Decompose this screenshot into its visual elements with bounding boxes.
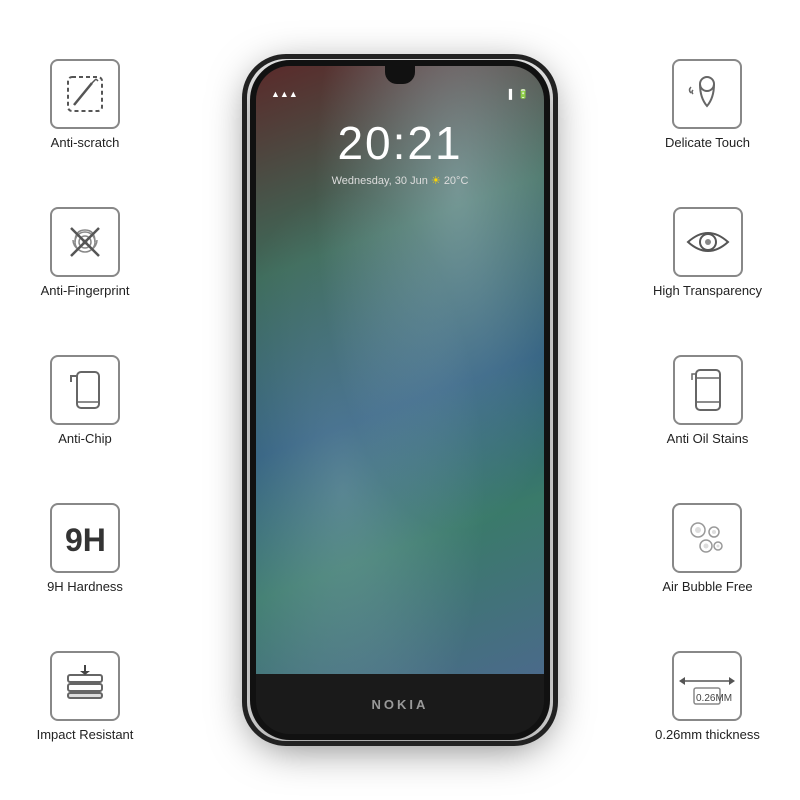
thickness-icon-box: 0.26MM bbox=[672, 651, 742, 721]
phone-date-temp: Wednesday, 30 Jun ☀ 20°C bbox=[256, 174, 544, 187]
thickness-icon: 0.26MM bbox=[677, 661, 737, 711]
touch-icon bbox=[683, 70, 731, 118]
anti-chip-label: Anti-Chip bbox=[58, 431, 111, 446]
high-transparency-label: High Transparency bbox=[653, 283, 762, 298]
impact-resistant-label: Impact Resistant bbox=[37, 727, 134, 742]
battery-icon: ▌ 🔋 bbox=[509, 89, 529, 106]
svg-text:0.26MM: 0.26MM bbox=[696, 693, 732, 704]
phone-notch bbox=[385, 66, 415, 84]
feature-anti-scratch: Anti-scratch bbox=[50, 59, 120, 150]
scratch-icon bbox=[62, 71, 108, 117]
anti-oil-icon-box bbox=[673, 355, 743, 425]
phone-bottom-bar: NOKIA bbox=[256, 674, 544, 734]
9h-icon-box: 9H bbox=[50, 503, 120, 573]
feature-anti-chip: Anti-Chip bbox=[50, 355, 120, 446]
phone-brand: NOKIA bbox=[372, 697, 429, 712]
feature-anti-oil-stains: Anti Oil Stains bbox=[667, 355, 749, 446]
phone-mockup: ▲▲▲ ▌ 🔋 20:21 Wednesday, 30 Jun ☀ 20°C N… bbox=[250, 60, 550, 740]
status-icons: ▲▲▲ bbox=[271, 89, 298, 106]
anti-scratch-icon-box bbox=[50, 59, 120, 129]
phone-date: Wednesday, 30 Jun bbox=[332, 175, 428, 187]
main-container: Anti-scratch Anti-Fingerp bbox=[0, 0, 800, 800]
delicate-touch-label: Delicate Touch bbox=[665, 135, 750, 150]
feature-high-transparency: High Transparency bbox=[653, 207, 762, 298]
9h-hardness-label: 9H Hardness bbox=[47, 579, 123, 594]
anti-scratch-label: Anti-scratch bbox=[51, 135, 120, 150]
bubbles-icon bbox=[682, 514, 732, 562]
phone-small-icon bbox=[686, 366, 730, 414]
phone-body: ▲▲▲ ▌ 🔋 20:21 Wednesday, 30 Jun ☀ 20°C N… bbox=[250, 60, 550, 740]
anti-fingerprint-label: Anti-Fingerprint bbox=[41, 283, 130, 298]
feature-impact-resistant: Impact Resistant bbox=[37, 651, 134, 742]
chip-icon bbox=[63, 368, 107, 412]
left-features-column: Anti-scratch Anti-Fingerp bbox=[0, 0, 170, 800]
air-bubble-icon-box bbox=[672, 503, 742, 573]
svg-text:9H: 9H bbox=[65, 522, 106, 558]
air-bubble-label: Air Bubble Free bbox=[662, 579, 752, 594]
fingerprint-icon bbox=[61, 218, 109, 266]
impact-icon-box bbox=[50, 651, 120, 721]
phone-statusbar: ▲▲▲ ▌ 🔋 bbox=[256, 86, 544, 106]
feature-thickness: 0.26MM 0.26mm thickness bbox=[655, 651, 760, 742]
eye-icon bbox=[683, 218, 733, 266]
feature-delicate-touch: Delicate Touch bbox=[665, 59, 750, 150]
feature-air-bubble-free: Air Bubble Free bbox=[662, 503, 752, 594]
phone-screen: ▲▲▲ ▌ 🔋 20:21 Wednesday, 30 Jun ☀ 20°C bbox=[256, 66, 544, 674]
anti-fingerprint-icon-box bbox=[50, 207, 120, 277]
anti-chip-icon-box bbox=[50, 355, 120, 425]
phone-time: 20:21 bbox=[256, 116, 544, 170]
delicate-touch-icon-box bbox=[672, 59, 742, 129]
9h-hardness-icon: 9H bbox=[60, 513, 110, 563]
feature-9h-hardness: 9H 9H Hardness bbox=[47, 503, 123, 594]
sun-icon: ☀ bbox=[431, 175, 444, 187]
anti-oil-label: Anti Oil Stains bbox=[667, 431, 749, 446]
high-transparency-icon-box bbox=[673, 207, 743, 277]
phone-time-display: 20:21 Wednesday, 30 Jun ☀ 20°C bbox=[256, 116, 544, 187]
feature-anti-fingerprint: Anti-Fingerprint bbox=[41, 207, 130, 298]
right-features-column: Delicate Touch High Transparency bbox=[615, 0, 800, 800]
thickness-label: 0.26mm thickness bbox=[655, 727, 760, 742]
impact-icon bbox=[60, 661, 110, 711]
phone-temp: 20°C bbox=[444, 175, 469, 187]
